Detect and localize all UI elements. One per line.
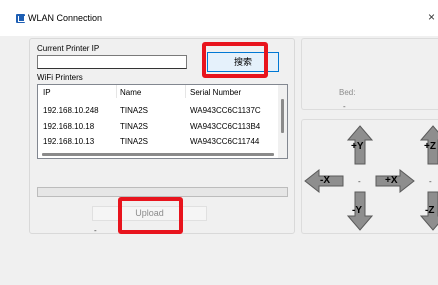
window-title: WLAN Connection [28,13,103,23]
printer-list[interactable]: IP Name Serial Number 192.168.10.248 TIN… [37,84,288,159]
status-panel [301,38,438,110]
home-z-indicator: - [429,177,432,186]
current-ip-label: Current Printer IP [37,44,100,53]
column-header-serial[interactable]: Serial Number [190,88,241,97]
row-name: TINA2S [120,122,149,131]
title-bar: WLAN Connection × [0,0,438,36]
jog-plus-y-label: +Y [351,141,364,152]
row-name: TINA2S [120,106,149,115]
vertical-scroll-thumb[interactable] [281,99,284,133]
wifi-printers-label: WiFi Printers [37,73,83,82]
row-ip: 192.168.10.13 [43,137,95,146]
row-serial: WA943CC6C113B4 [190,122,261,131]
upload-progress-bar [37,187,288,197]
jog-plus-z-label: +Z [424,141,436,152]
row-serial: WA943CC6C1137C [190,106,261,115]
home-xy-indicator: - [358,177,361,186]
row-ip: 192.168.10.248 [43,106,99,115]
upload-button[interactable]: Upload [92,206,207,221]
column-header-ip[interactable]: IP [43,88,51,97]
status-text: - [94,226,97,235]
bed-temp-value: - [343,102,346,111]
jog-plus-x-label: +X [385,175,398,186]
jog-minus-z-label: -Z [425,205,435,216]
row-name: TINA2S [120,137,149,146]
jog-minus-x-label: -X [320,175,330,186]
horizontal-scroll-thumb[interactable] [42,153,274,156]
current-ip-input[interactable] [37,55,187,69]
app-icon [16,14,25,23]
column-header-name[interactable]: Name [120,88,141,97]
search-button[interactable]: 搜索 [207,52,279,72]
close-icon[interactable]: × [428,11,435,23]
bed-temp-label: Bed: [339,88,356,97]
column-divider [116,85,117,98]
column-divider [185,85,186,98]
row-ip: 192.168.10.18 [43,122,95,131]
row-serial: WA943CC6C11744 [190,137,260,146]
jog-minus-y-label: -Y [352,205,362,216]
